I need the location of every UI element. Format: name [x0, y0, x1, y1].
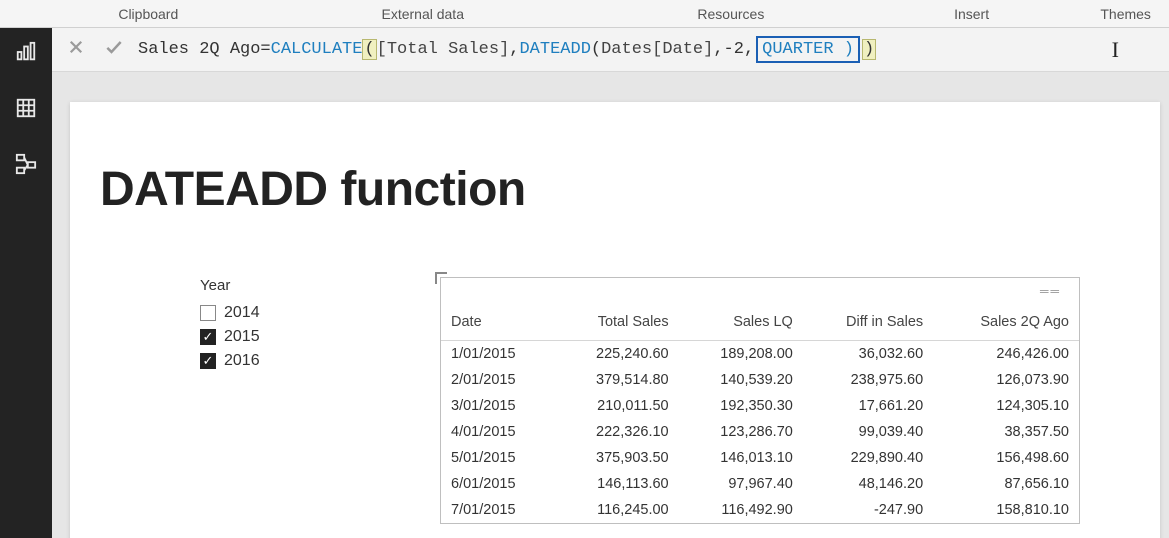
- ribbon-group-external-data: External data: [245, 6, 601, 22]
- col-header-diff[interactable]: Diff in Sales: [803, 308, 933, 341]
- formula-comma-2: ,: [713, 40, 723, 59]
- table-cell: 4/01/2015: [441, 419, 554, 445]
- table-cell: 229,890.40: [803, 445, 933, 471]
- col-header-total-sales[interactable]: Total Sales: [554, 308, 678, 341]
- table-cell: 7/01/2015: [441, 497, 554, 523]
- col-header-sales-lq[interactable]: Sales LQ: [679, 308, 803, 341]
- formula-arg-quarter-highlight: QUARTER ): [756, 36, 860, 63]
- table-cell: 123,286.70: [679, 419, 803, 445]
- bar-chart-icon: [15, 41, 37, 68]
- table-cell: 158,810.10: [933, 497, 1079, 523]
- table-cell: 36,032.60: [803, 341, 933, 368]
- slicer-item-label: 2015: [224, 328, 260, 346]
- slicer-title: Year: [200, 277, 360, 294]
- formula-arg-total-sales: [Total Sales]: [377, 40, 510, 59]
- table-cell: 192,350.30: [679, 393, 803, 419]
- col-header-date[interactable]: Date: [441, 308, 554, 341]
- table-row[interactable]: 6/01/2015146,113.6097,967.4048,146.2087,…: [441, 471, 1079, 497]
- ribbon-group-themes: Themes: [1082, 6, 1169, 22]
- table-cell: 99,039.40: [803, 419, 933, 445]
- formula-bar[interactable]: Sales 2Q Ago = CALCULATE ( [Total Sales]…: [52, 28, 1169, 72]
- table-row[interactable]: 3/01/2015210,011.50192,350.3017,661.2012…: [441, 393, 1079, 419]
- table-cell: 124,305.10: [933, 393, 1079, 419]
- table-cell: -247.90: [803, 497, 933, 523]
- slicer-item[interactable]: ✓ 2016: [200, 352, 360, 370]
- drag-handle-icon[interactable]: ══: [1040, 284, 1061, 298]
- formula-arg-dates: Dates[Date]: [601, 40, 713, 59]
- formula-cancel-button[interactable]: [62, 36, 90, 64]
- table-cell: 246,426.00: [933, 341, 1079, 368]
- table-cell: 1/01/2015: [441, 341, 554, 368]
- table-cell: 146,013.10: [679, 445, 803, 471]
- data-view-button[interactable]: [10, 94, 42, 126]
- checkbox-icon[interactable]: ✓: [200, 329, 216, 345]
- model-view-button[interactable]: [10, 150, 42, 182]
- formula-close-paren-1: ): [862, 39, 876, 60]
- resize-handle-icon[interactable]: [435, 272, 447, 284]
- text-cursor-icon: I: [1112, 37, 1119, 63]
- slicer-item[interactable]: ✓ 2015: [200, 328, 360, 346]
- table-row[interactable]: 4/01/2015222,326.10123,286.7099,039.4038…: [441, 419, 1079, 445]
- table-cell: 126,073.90: [933, 367, 1079, 393]
- ribbon-group-labels: Clipboard External data Resources Insert…: [0, 0, 1169, 28]
- checkbox-icon[interactable]: ✓: [200, 353, 216, 369]
- table-cell: 116,245.00: [554, 497, 678, 523]
- table-row[interactable]: 7/01/2015116,245.00116,492.90-247.90158,…: [441, 497, 1079, 523]
- table-row[interactable]: 5/01/2015375,903.50146,013.10229,890.401…: [441, 445, 1079, 471]
- formula-arg-neg2: -2: [724, 40, 744, 59]
- formula-input[interactable]: Sales 2Q Ago = CALCULATE ( [Total Sales]…: [138, 36, 876, 63]
- formula-equals: =: [260, 40, 270, 59]
- table-cell: 38,357.50: [933, 419, 1079, 445]
- slicer-item[interactable]: 2014: [200, 304, 360, 322]
- table-cell: 140,539.20: [679, 367, 803, 393]
- table-cell: 6/01/2015: [441, 471, 554, 497]
- table-cell: 222,326.10: [554, 419, 678, 445]
- table-row[interactable]: 2/01/2015379,514.80140,539.20238,975.601…: [441, 367, 1079, 393]
- formula-commit-button[interactable]: [100, 36, 128, 64]
- slicer-item-label: 2014: [224, 304, 260, 322]
- table-cell: 238,975.60: [803, 367, 933, 393]
- formula-comma-1: ,: [509, 40, 519, 59]
- table-cell: 210,011.50: [554, 393, 678, 419]
- table-cell: 116,492.90: [679, 497, 803, 523]
- data-table: Date Total Sales Sales LQ Diff in Sales …: [441, 308, 1079, 523]
- checkbox-icon[interactable]: [200, 305, 216, 321]
- table-cell: 146,113.60: [554, 471, 678, 497]
- table-cell: 225,240.60: [554, 341, 678, 368]
- table-cell: 2/01/2015: [441, 367, 554, 393]
- ribbon-group-insert: Insert: [861, 6, 1082, 22]
- table-grid-icon: [15, 97, 37, 124]
- formula-comma-3: ,: [744, 40, 754, 59]
- table-cell: 375,903.50: [554, 445, 678, 471]
- report-canvas[interactable]: DATEADD function Year 2014 ✓ 2015 ✓ 2016 ══: [52, 72, 1169, 538]
- ribbon-group-resources: Resources: [601, 6, 861, 22]
- formula-measure-name: Sales 2Q Ago: [138, 40, 260, 59]
- formula-open-paren-1: (: [362, 39, 376, 60]
- check-icon: [104, 37, 124, 62]
- table-cell: 48,146.20: [803, 471, 933, 497]
- report-view-button[interactable]: [10, 38, 42, 70]
- table-cell: 97,967.40: [679, 471, 803, 497]
- table-cell: 5/01/2015: [441, 445, 554, 471]
- table-cell: 189,208.00: [679, 341, 803, 368]
- col-header-sales-2q[interactable]: Sales 2Q Ago: [933, 308, 1079, 341]
- page-title: DATEADD function: [100, 162, 1130, 217]
- table-cell: 156,498.60: [933, 445, 1079, 471]
- year-slicer[interactable]: Year 2014 ✓ 2015 ✓ 2016: [200, 277, 360, 524]
- table-cell: 87,656.10: [933, 471, 1079, 497]
- table-cell: 17,661.20: [803, 393, 933, 419]
- table-row[interactable]: 1/01/2015225,240.60189,208.0036,032.6024…: [441, 341, 1079, 368]
- table-cell: 3/01/2015: [441, 393, 554, 419]
- formula-fn-calculate: CALCULATE: [271, 40, 363, 59]
- formula-open-paren-2: (: [591, 40, 601, 59]
- view-switcher-rail: [0, 28, 52, 538]
- slicer-item-label: 2016: [224, 352, 260, 370]
- x-icon: [67, 38, 85, 61]
- ribbon-group-clipboard: Clipboard: [52, 6, 245, 22]
- formula-fn-dateadd: DATEADD: [519, 40, 590, 59]
- table-visual[interactable]: ══ Date Total Sales Sales LQ Diff in Sal…: [440, 277, 1080, 524]
- relationships-icon: [15, 153, 37, 180]
- table-cell: 379,514.80: [554, 367, 678, 393]
- report-page[interactable]: DATEADD function Year 2014 ✓ 2015 ✓ 2016 ══: [70, 102, 1160, 538]
